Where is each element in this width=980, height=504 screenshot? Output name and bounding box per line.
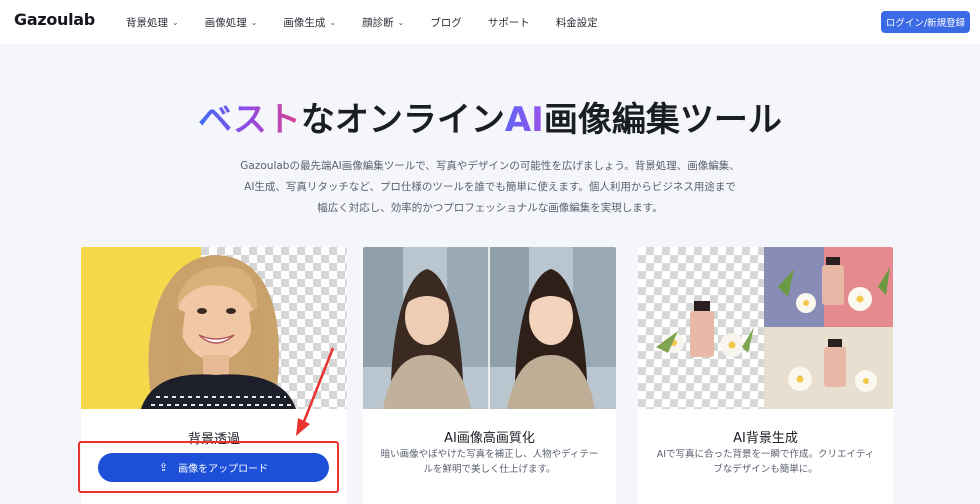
annotation-arrow [296, 347, 335, 436]
